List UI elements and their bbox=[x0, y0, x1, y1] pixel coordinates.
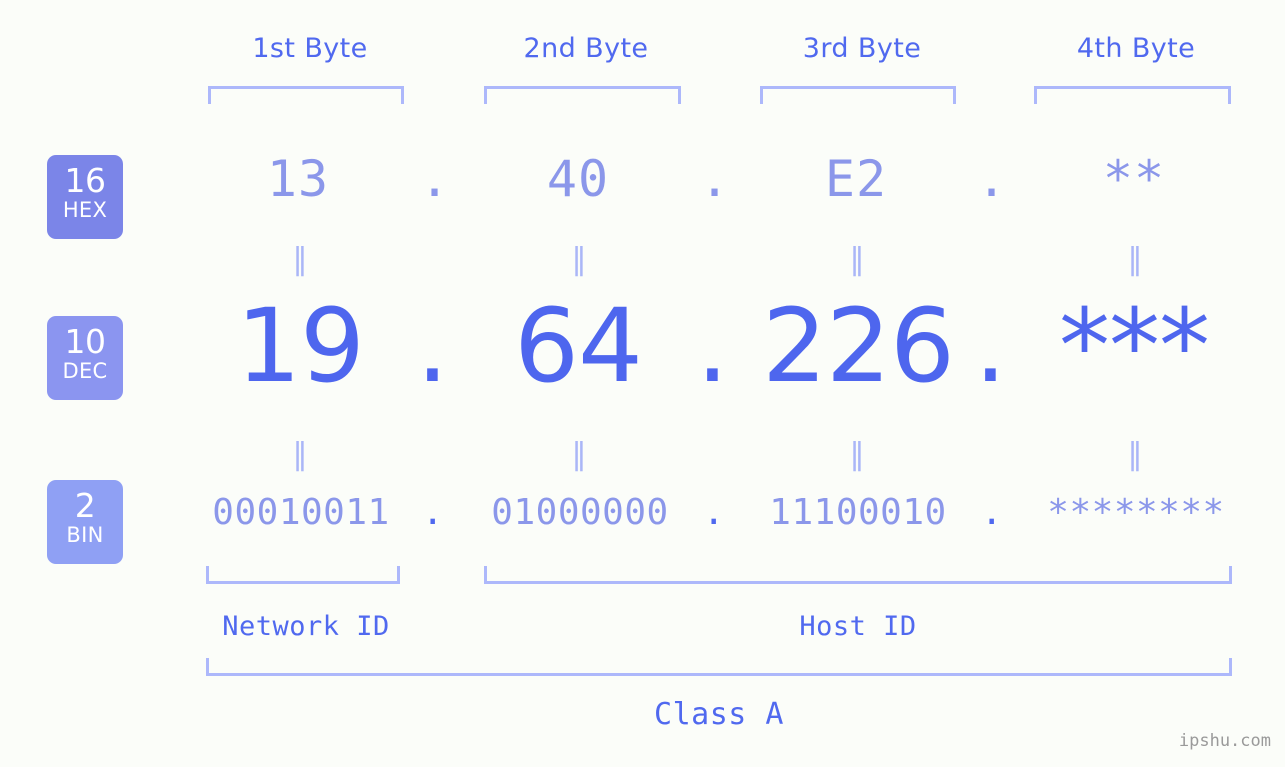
bin-byte-2: 01000000 bbox=[491, 492, 669, 533]
equals-hex-dec-4: ‖ bbox=[1127, 242, 1145, 277]
hex-byte-2: 40 bbox=[546, 150, 610, 208]
byte-header-4: 4th Byte bbox=[1076, 33, 1196, 64]
dec-byte-1: 19 bbox=[236, 287, 365, 406]
network-id-bracket bbox=[206, 566, 400, 584]
equals-dec-bin-4: ‖ bbox=[1127, 437, 1145, 472]
equals-dec-bin-3: ‖ bbox=[849, 437, 867, 472]
byte-header-2: 2nd Byte bbox=[523, 33, 649, 64]
byte-bracket-3 bbox=[760, 86, 956, 104]
base-badge-hex: 16 HEX bbox=[47, 155, 123, 239]
byte-header-3: 3rd Byte bbox=[802, 33, 922, 64]
host-id-bracket bbox=[484, 566, 1232, 584]
byte-bracket-1 bbox=[208, 86, 404, 104]
hex-dot-1: . bbox=[419, 150, 451, 208]
dec-dot-2: . bbox=[696, 287, 728, 406]
hex-dot-3: . bbox=[976, 150, 1008, 208]
dec-byte-2: 64 bbox=[514, 287, 643, 406]
equals-hex-dec-3: ‖ bbox=[849, 242, 867, 277]
class-label: Class A bbox=[654, 697, 784, 732]
base-badge-bin-abbr: BIN bbox=[66, 523, 104, 547]
bin-dot-2: . bbox=[702, 492, 726, 533]
bin-byte-1: 00010011 bbox=[212, 492, 390, 533]
watermark: ipshu.com bbox=[1178, 731, 1271, 751]
base-badge-bin-radix: 2 bbox=[74, 486, 96, 525]
base-badge-hex-abbr: HEX bbox=[62, 198, 108, 222]
bin-byte-4: ******** bbox=[1047, 492, 1225, 533]
hex-byte-4: ** bbox=[1102, 150, 1166, 208]
class-bracket bbox=[206, 658, 1232, 676]
base-badge-dec-abbr: DEC bbox=[62, 359, 108, 383]
dec-byte-4: *** bbox=[1059, 287, 1210, 406]
hex-byte-1: 13 bbox=[266, 150, 330, 208]
hex-byte-3: E2 bbox=[824, 150, 888, 208]
bin-byte-3: 11100010 bbox=[769, 492, 947, 533]
byte-header-1: 1st Byte bbox=[252, 33, 368, 64]
equals-dec-bin-2: ‖ bbox=[571, 437, 589, 472]
dec-dot-1: . bbox=[416, 287, 448, 406]
equals-dec-bin-1: ‖ bbox=[292, 437, 310, 472]
network-id-label: Network ID bbox=[222, 611, 390, 642]
ip-address-breakdown-diagram: 1st Byte 2nd Byte 3rd Byte 4th Byte 16 H… bbox=[0, 0, 1285, 767]
bin-dot-3: . bbox=[980, 492, 1004, 533]
base-badge-hex-radix: 16 bbox=[64, 161, 107, 200]
base-badge-dec: 10 DEC bbox=[47, 316, 123, 400]
bin-dot-1: . bbox=[421, 492, 445, 533]
equals-hex-dec-2: ‖ bbox=[571, 242, 589, 277]
hex-dot-2: . bbox=[699, 150, 731, 208]
equals-hex-dec-1: ‖ bbox=[292, 242, 310, 277]
dec-byte-3: 226 bbox=[762, 287, 955, 406]
byte-bracket-2 bbox=[484, 86, 681, 104]
base-badge-bin: 2 BIN bbox=[47, 480, 123, 564]
byte-bracket-4 bbox=[1034, 86, 1231, 104]
host-id-label: Host ID bbox=[799, 611, 917, 642]
dec-dot-3: . bbox=[974, 287, 1006, 406]
base-badge-dec-radix: 10 bbox=[64, 322, 107, 361]
